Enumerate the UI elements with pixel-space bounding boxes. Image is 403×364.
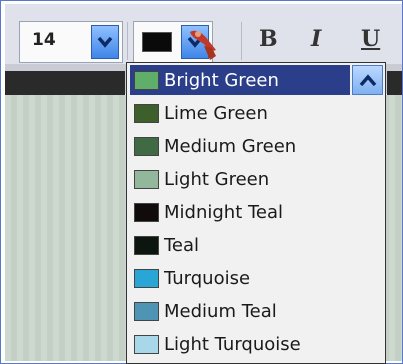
toolbar-separator — [241, 22, 242, 60]
color-option[interactable]: Midnight Teal — [130, 197, 350, 227]
color-option-label: Turquoise — [164, 267, 251, 289]
color-option-label: Light Green — [164, 168, 270, 190]
color-option-label: Light Turquoise — [164, 333, 301, 355]
color-option-label: Medium Green — [164, 135, 297, 157]
chevron-up-icon — [359, 74, 377, 87]
italic-button[interactable]: I — [311, 26, 321, 52]
color-swatch — [134, 235, 159, 255]
color-option-label: Medium Teal — [164, 300, 277, 322]
color-swatch — [134, 169, 159, 189]
color-option[interactable]: Light Green — [130, 164, 350, 194]
font-size-select[interactable]: 14 — [19, 21, 123, 63]
color-swatch — [134, 334, 159, 354]
color-option[interactable]: Turquoise — [130, 263, 350, 293]
color-swatch — [134, 301, 159, 321]
color-option[interactable]: Medium Green — [130, 131, 350, 161]
color-option[interactable]: Bright Green — [130, 65, 350, 95]
scroll-up-button[interactable] — [352, 65, 383, 95]
color-swatch — [134, 202, 159, 222]
color-option-label: Bright Green — [164, 69, 279, 91]
color-swatch — [134, 103, 159, 123]
color-option[interactable]: Medium Teal — [130, 296, 350, 326]
color-swatch — [134, 268, 159, 288]
ruler-strip-right — [387, 71, 402, 95]
toolbar-separator — [127, 22, 128, 60]
color-swatch — [134, 136, 159, 156]
color-option[interactable]: Lime Green — [130, 98, 350, 128]
color-option[interactable]: Teal — [130, 230, 350, 260]
dropdown-scrollbar[interactable] — [352, 65, 383, 361]
font-size-dropdown-button[interactable] — [91, 25, 119, 59]
mouse-cursor-icon — [190, 30, 216, 60]
color-option[interactable]: Light Turquoise — [130, 329, 350, 359]
color-option-label: Midnight Teal — [164, 201, 284, 223]
chevron-down-icon — [97, 36, 113, 48]
color-dropdown-list: Bright Green Lime Green Medium Green Light … — [126, 62, 386, 364]
underline-button[interactable]: U — [361, 26, 380, 52]
selected-color-swatch — [142, 32, 172, 52]
ruler-strip — [5, 71, 125, 95]
color-option-label: Lime Green — [164, 102, 268, 124]
color-swatch — [134, 70, 159, 90]
color-option-label: Teal — [164, 234, 200, 256]
bold-button[interactable]: B — [259, 26, 278, 52]
font-size-value: 14 — [32, 30, 56, 50]
